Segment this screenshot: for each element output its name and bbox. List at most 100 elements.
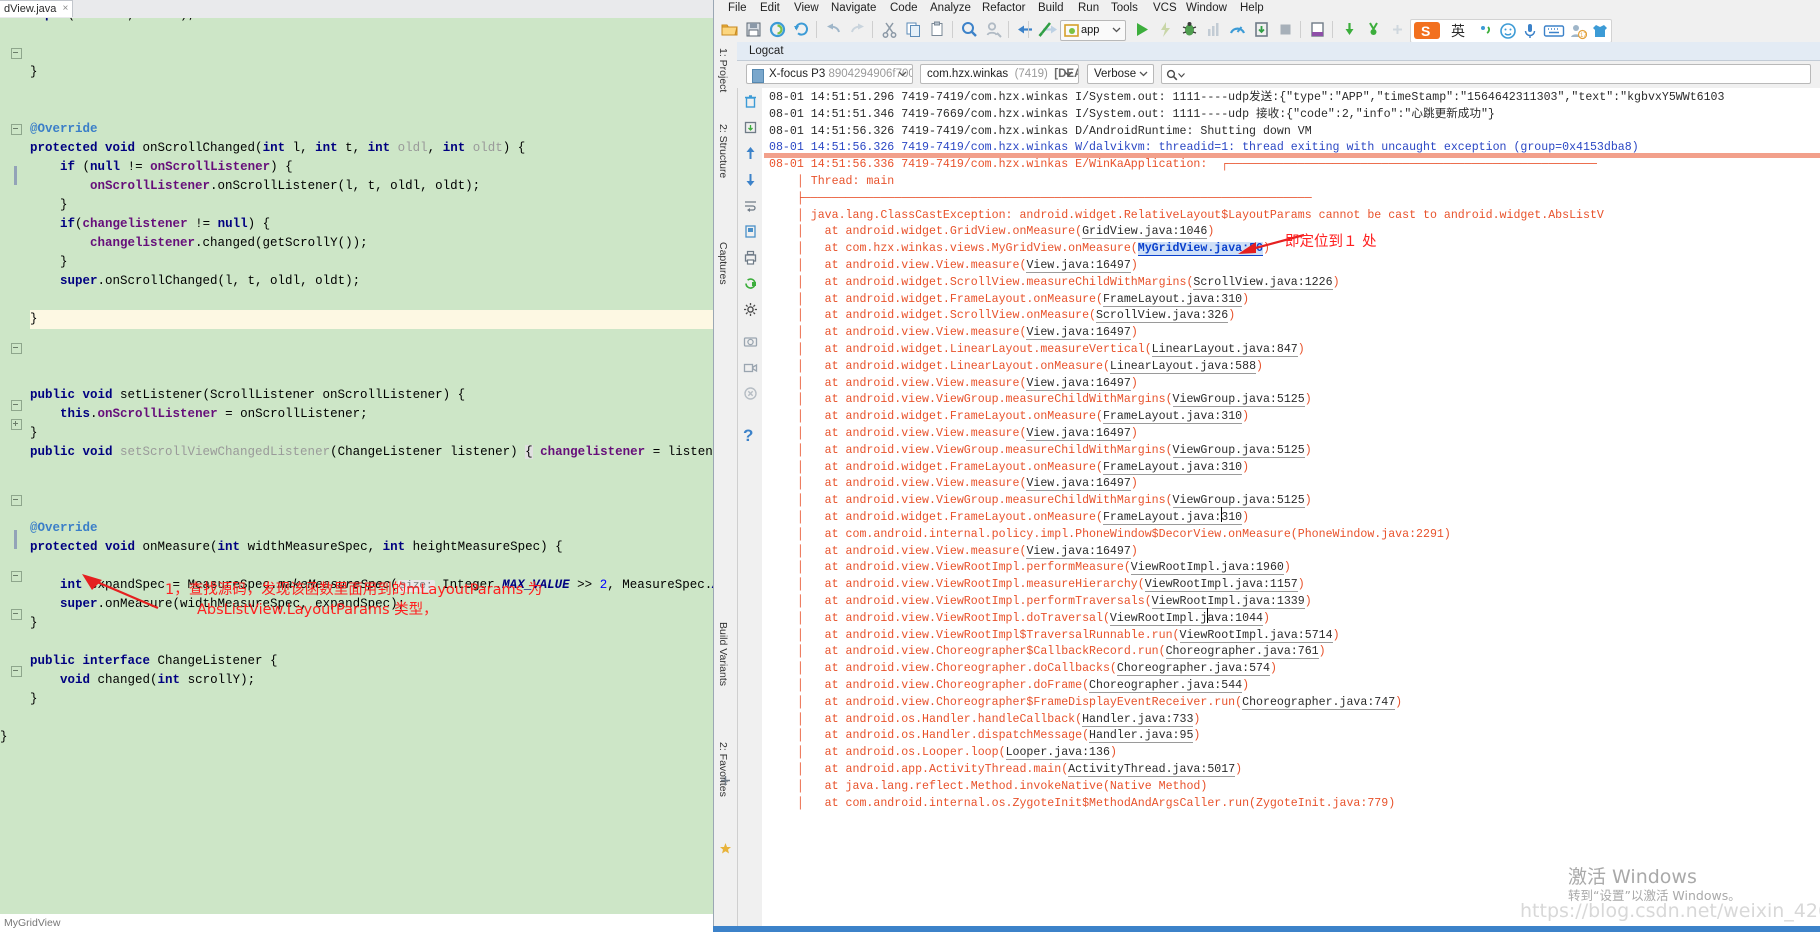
stack-link[interactable]: Handler.java:733	[1082, 712, 1194, 727]
stack-link[interactable]: ViewRootImpl.java:1044	[1109, 611, 1263, 626]
log-line-stack[interactable]: │ at android.view.Choreographer$Callback…	[769, 644, 1326, 661]
rail-structure-button[interactable]: 2: Structure	[717, 124, 729, 178]
stack-link[interactable]: Choreographer.java:574	[1116, 662, 1270, 677]
log-line-stack[interactable]: │ at android.view.ViewRootImpl.measureHi…	[769, 577, 1305, 594]
fold-marker[interactable]	[11, 343, 22, 354]
stack-link[interactable]: Handler.java:95	[1089, 729, 1194, 744]
rail-project-button[interactable]: 1: Project	[717, 48, 729, 92]
build-hammer-icon[interactable]	[1036, 20, 1055, 39]
fold-marker[interactable]	[11, 400, 22, 411]
down-arrow-icon[interactable]	[743, 172, 758, 187]
close-icon[interactable]: ×	[63, 3, 69, 15]
log-line-stack[interactable]: │ at android.view.View.measure(View.java…	[769, 426, 1138, 443]
stack-link[interactable]: ViewRootImpl.java:1339	[1151, 595, 1305, 609]
device-manager-icon[interactable]	[1252, 20, 1271, 39]
scroll-to-end-icon[interactable]	[743, 120, 758, 135]
stack-link[interactable]: Choreographer.java:544	[1089, 679, 1243, 693]
log-line-stack[interactable]: │ at android.view.View.measure(View.java…	[769, 325, 1138, 342]
log-line-stack[interactable]: │ at android.os.Handler.handleCallback(H…	[769, 712, 1200, 729]
stack-link[interactable]: ScrollView.java:1226	[1193, 275, 1333, 290]
print-icon[interactable]	[743, 250, 758, 265]
attach-debugger-icon[interactable]	[1204, 20, 1223, 39]
run-config-selector[interactable]: app	[1060, 20, 1126, 41]
run-icon[interactable]	[1132, 20, 1151, 39]
log-line-stack[interactable]: │ at android.widget.FrameLayout.onMeasur…	[769, 510, 1249, 527]
menu-view[interactable]: View	[789, 1, 824, 16]
editor-tab-mygridview[interactable]: dView.java ×	[0, 0, 74, 17]
help-icon[interactable]: ?	[743, 427, 758, 444]
log-line-stack-selected[interactable]: │ at com.hzx.winkas.views.MyGridView.onM…	[769, 241, 1270, 258]
menu-edit[interactable]: Edit	[755, 1, 785, 16]
menu-navigate[interactable]: Navigate	[826, 1, 881, 16]
mic-icon[interactable]	[1521, 22, 1539, 40]
log-line-stack[interactable]: │ at com.android.internal.os.ZygoteInit$…	[769, 796, 1395, 813]
stack-link[interactable]: LinearLayout.java:588	[1109, 359, 1257, 374]
log-line-stack[interactable]: │ at android.view.Choreographer$FrameDis…	[769, 695, 1402, 712]
screen-capture-icon[interactable]	[743, 224, 758, 239]
log-line-stack[interactable]: │ at com.android.internal.policy.impl.Ph…	[769, 527, 1451, 544]
log-line-stack[interactable]: │ at android.widget.FrameLayout.onMeasur…	[769, 460, 1249, 477]
ime-mode-label[interactable]: 英	[1451, 21, 1471, 40]
stack-link[interactable]: ScrollView.java:326	[1096, 309, 1229, 324]
add-icon[interactable]	[719, 774, 732, 787]
skin-icon[interactable]	[1591, 22, 1609, 40]
log-line-stack[interactable]: │ at android.widget.GridView.onMeasure(G…	[769, 224, 1214, 241]
settings-gear-icon[interactable]	[743, 302, 758, 317]
fold-marker[interactable]	[11, 609, 22, 620]
clear-logcat-icon[interactable]	[743, 94, 758, 109]
log-line-stack[interactable]: │ at android.view.View.measure(View.java…	[769, 476, 1138, 493]
back-icon[interactable]	[1016, 20, 1035, 39]
undo-icon[interactable]	[824, 20, 843, 39]
editor-text-area[interactable]: super(context, attrs); } @Override prote…	[0, 18, 713, 914]
log-line-stack[interactable]: │ at android.os.Handler.dispatchMessage(…	[769, 728, 1200, 745]
log-line-stack[interactable]: │ at android.view.ViewRootImpl$Traversal…	[769, 628, 1340, 645]
stack-link[interactable]: ViewRootImpl.java:5714	[1179, 628, 1333, 643]
favorites-star-icon[interactable]	[719, 842, 732, 855]
menu-file[interactable]: File	[723, 1, 752, 16]
log-line-stack[interactable]: │ at android.view.ViewRootImpl.doTravers…	[769, 611, 1270, 628]
find-usages-icon[interactable]	[984, 20, 1003, 39]
log-line-stack[interactable]: │ at android.view.ViewGroup.measureChild…	[769, 493, 1312, 510]
video-icon[interactable]	[743, 360, 758, 375]
log-level-selector[interactable]: Verbose	[1087, 64, 1154, 84]
stack-link[interactable]: FrameLayout.java:310	[1102, 460, 1243, 475]
stack-link[interactable]: ActivityThread.java:5017	[1068, 763, 1236, 777]
fold-marker-expand[interactable]	[11, 419, 22, 430]
layout-inspector-icon[interactable]	[1388, 20, 1407, 39]
stack-link[interactable]: Looper.java:136	[1005, 746, 1110, 761]
debug-icon[interactable]	[1180, 20, 1199, 39]
stack-link[interactable]: LinearLayout.java:847	[1151, 343, 1298, 357]
refresh-icon[interactable]	[792, 20, 811, 39]
logcat-output[interactable]: 08-01 14:51:51.296 7419-7419/com.hzx.win…	[763, 88, 1820, 932]
stack-link[interactable]: View.java:16497	[1026, 259, 1131, 273]
log-line-stack[interactable]: │ at android.view.Choreographer.doFrame(…	[769, 678, 1249, 695]
toolbox-icon[interactable]: 17	[1569, 22, 1587, 40]
log-line-stack[interactable]: │ at android.view.Choreographer.doCallba…	[769, 661, 1277, 678]
editor-gutter[interactable]	[0, 18, 30, 914]
menu-help[interactable]: Help	[1235, 1, 1269, 16]
stack-link[interactable]: View.java:16497	[1026, 326, 1131, 341]
log-line-stack[interactable]: │ at android.view.ViewRootImpl.performMe…	[769, 560, 1291, 577]
apply-changes-icon[interactable]	[1156, 20, 1175, 39]
rail-captures-button[interactable]: Captures	[717, 242, 729, 285]
log-line-stack[interactable]: │ at android.app.ActivityThread.main(Act…	[769, 762, 1242, 779]
log-line-stack[interactable]: │ at android.widget.LinearLayout.onMeasu…	[769, 359, 1263, 376]
stack-link[interactable]: GridView.java:1046	[1082, 225, 1208, 240]
menu-window[interactable]: Window	[1181, 1, 1232, 16]
device-selector[interactable]: X-focus P3 8904294906f700(	[746, 64, 913, 84]
fold-marker[interactable]	[11, 666, 22, 677]
keyboard-icon[interactable]	[1543, 22, 1565, 40]
sync-icon[interactable]	[768, 20, 787, 39]
stack-link[interactable]: ViewGroup.java:5125	[1172, 443, 1305, 458]
log-line-stack[interactable]: │ at android.widget.ScrollView.onMeasure…	[769, 308, 1235, 325]
up-arrow-icon[interactable]	[743, 146, 758, 161]
log-line-stack[interactable]: │ at android.widget.ScrollView.measureCh…	[769, 275, 1340, 292]
log-line-stack[interactable]: │ at android.view.View.measure(View.java…	[769, 376, 1138, 393]
find-icon[interactable]	[960, 20, 979, 39]
log-line-stack[interactable]: │ at android.os.Looper.loop(Looper.java:…	[769, 745, 1117, 762]
log-line-stack[interactable]: │ at android.widget.FrameLayout.onMeasur…	[769, 409, 1249, 426]
logcat-search-input[interactable]	[1161, 64, 1811, 84]
log-line-stack[interactable]: │ at android.view.View.measure(View.java…	[769, 258, 1138, 275]
menu-vcs[interactable]: VCS	[1148, 1, 1182, 16]
stack-link[interactable]: View.java:16497	[1026, 544, 1131, 559]
